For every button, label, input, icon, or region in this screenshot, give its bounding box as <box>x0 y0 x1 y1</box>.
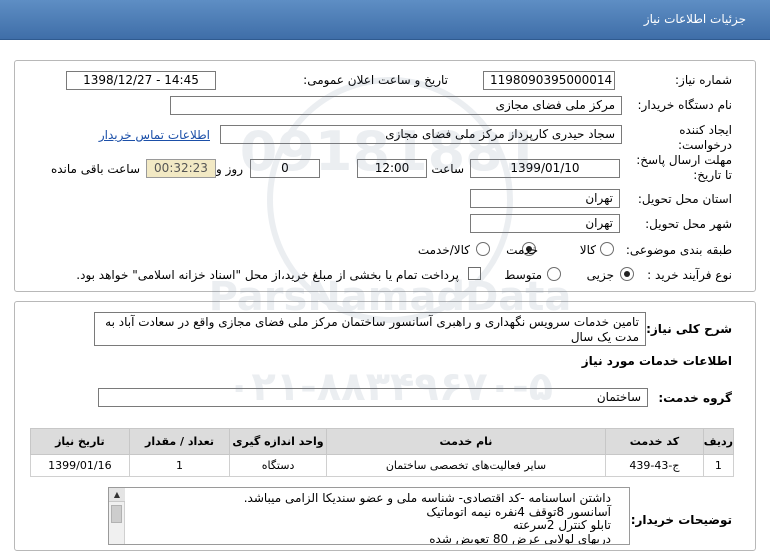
buyer-notes-textarea[interactable]: ▲ داشتن اساسنامه -کد اقتصادی- شناسه ملی … <box>108 487 630 545</box>
process-option-medium: متوسط <box>504 268 542 282</box>
cell-unit: دستگاه <box>229 454 327 477</box>
service-group-field: ساختمان <box>98 388 648 407</box>
remaining-time-field: 00:32:23 <box>146 159 216 178</box>
services-section-title: اطلاعات خدمات مورد نیاز <box>581 354 732 368</box>
city-label: شهر محل تحویل: <box>645 217 732 231</box>
buyer-contact-link[interactable]: اطلاعات تماس خریدار <box>99 128 210 142</box>
summary-text: تامین خدمات سرویس نگهداری و راهبری آسانس… <box>94 312 646 346</box>
need-number-label: شماره نیاز: <box>675 73 732 87</box>
col-header-code: کد خدمت <box>605 428 704 455</box>
province-label: استان محل تحویل: <box>637 192 732 206</box>
summary-label: شرح کلی نیاز: <box>646 322 732 336</box>
category-option-goods-service: کالا/خدمت <box>417 243 470 257</box>
deadline-time-field: 12:00 <box>357 159 427 178</box>
category-option-goods: کالا <box>579 243 596 257</box>
cell-row: 1 <box>702 454 735 477</box>
cell-date: 1399/01/16 <box>30 454 130 477</box>
category-radio-goods-service[interactable] <box>476 242 490 256</box>
category-label: طبقه بندی موضوعی: <box>625 243 732 257</box>
col-header-unit: واحد اندازه گیری <box>229 428 327 455</box>
col-header-name: نام خدمت <box>325 428 607 455</box>
scroll-thumb[interactable] <box>111 505 122 523</box>
cell-name: سایر فعالیت‌های تخصصی ساختمان <box>325 454 607 477</box>
buyer-note-line: داشتن اساسنامه -کد اقتصادی- شناسه ملی و … <box>243 491 611 505</box>
treasury-payment-note: پرداخت تمام یا بخشی از مبلغ خرید،از محل … <box>76 268 459 282</box>
city-field: تهران <box>470 214 620 233</box>
process-option-minor: جزیی <box>586 268 614 282</box>
cell-qty: 1 <box>128 454 231 477</box>
col-header-row: ردیف <box>702 428 735 455</box>
buyer-note-line: آسانسور 8توقف 4نفره نیمه اتوماتیک <box>426 504 611 519</box>
deadline-time-label: ساعت <box>431 162 464 176</box>
services-table: ردیف کد خدمت نام خدمت واحد اندازه گیری ت… <box>30 428 735 477</box>
buyer-note-line: تابلو کنترل 2سرعته <box>513 518 611 532</box>
buyer-note-line: دربهای لولایی عرض 80 تعویض شده <box>429 531 611 545</box>
col-header-qty: تعداد / مقدار <box>128 428 231 455</box>
creator-label-line1: ایجاد کننده <box>679 123 732 137</box>
category-option-service: خدمت <box>506 243 538 257</box>
deadline-date-field: 1399/01/10 <box>470 159 620 178</box>
process-label: نوع فرآیند خرید : <box>647 268 732 282</box>
buyer-org-field: مرکز ملی فضای مجازی <box>170 96 622 115</box>
buyer-org-label: نام دستگاه خریدار: <box>637 98 733 112</box>
service-group-label: گروه خدمت: <box>658 391 732 405</box>
need-number-field: 1198090395000014 <box>483 71 615 90</box>
remaining-time-label: ساعت باقی مانده <box>50 162 140 176</box>
days-remaining-field: 0 <box>250 159 320 178</box>
announce-date-field: 1398/12/27 - 14:45 <box>66 71 216 90</box>
category-radio-goods[interactable] <box>600 242 614 256</box>
treasury-payment-checkbox[interactable] <box>468 267 481 280</box>
table-row: 1 ج-43-439 سایر فعالیت‌های تخصصی ساختمان… <box>30 454 735 477</box>
process-radio-minor[interactable] <box>620 267 634 281</box>
creator-label-line2: درخواست: <box>678 138 732 152</box>
scroll-up-arrow-icon[interactable]: ▲ <box>109 488 125 502</box>
days-label: روز و <box>216 162 243 176</box>
page-title: جزئیات اطلاعات نیاز <box>643 12 746 26</box>
page-header: جزئیات اطلاعات نیاز <box>0 0 770 40</box>
cell-code: ج-43-439 <box>605 454 704 477</box>
notes-scrollbar[interactable]: ▲ <box>109 488 125 544</box>
deadline-label-line2: تا تاریخ: <box>693 168 732 182</box>
creator-field: سجاد حیدری کارپرداز مرکز ملی فضای مجازی <box>220 125 622 144</box>
announce-date-label: تاریخ و ساعت اعلان عمومی: <box>303 73 448 87</box>
buyer-notes-label: توضیحات خریدار: <box>630 513 732 527</box>
province-field: تهران <box>470 189 620 208</box>
col-header-date: تاریخ نیاز <box>30 428 130 455</box>
process-radio-medium[interactable] <box>547 267 561 281</box>
deadline-label-line1: مهلت ارسال پاسخ: <box>636 153 732 167</box>
